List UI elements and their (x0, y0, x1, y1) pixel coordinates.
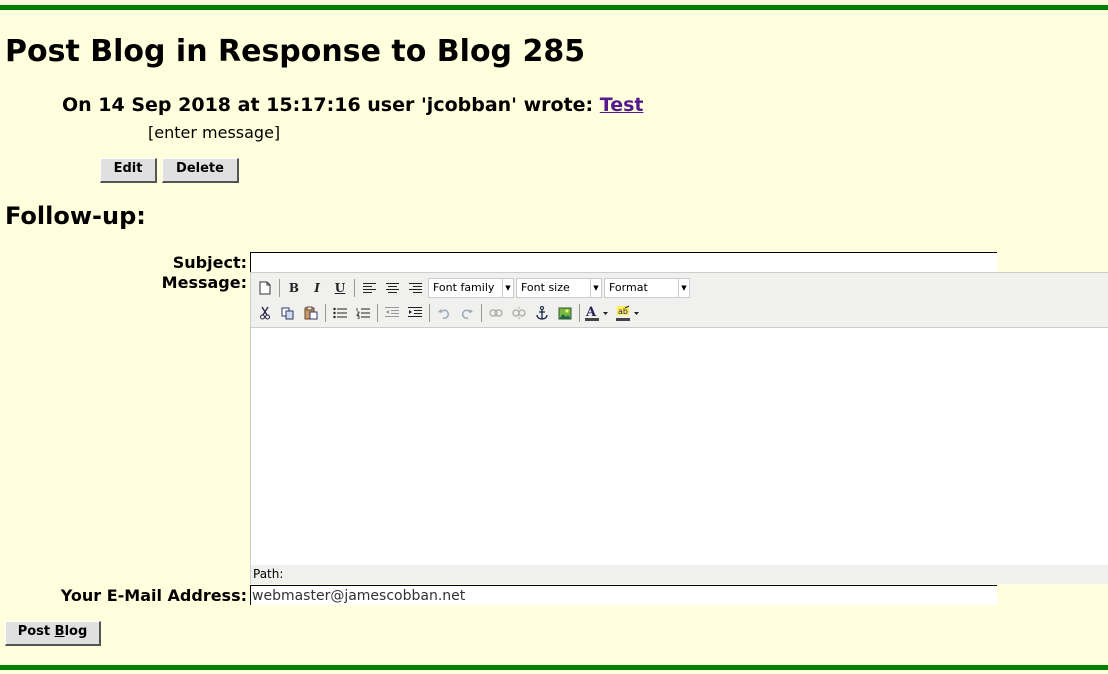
bullet-list-icon[interactable] (330, 303, 350, 323)
toolbar-separator (481, 304, 482, 322)
toolbar-separator (354, 279, 355, 297)
editor-toolbar-row-2: A ab (255, 302, 646, 324)
page-title: Post Blog in Response to Blog 285 (5, 34, 586, 69)
toolbar-separator (377, 304, 378, 322)
bold-icon[interactable]: B (284, 278, 304, 298)
post-blog-label-pre: Post (17, 624, 55, 639)
bottom-rule (0, 665, 1108, 670)
message-edit-area[interactable] (251, 327, 1108, 565)
post-blog-accel-key: B (54, 624, 65, 639)
align-right-icon[interactable] (405, 278, 425, 298)
cut-icon[interactable] (255, 303, 275, 323)
blog-body: [enter message] (148, 123, 281, 142)
chevron-down-icon: ▼ (590, 279, 601, 297)
format-value: Format (609, 281, 648, 294)
svg-text:ab: ab (618, 307, 628, 316)
font-family-select[interactable]: Font family ▼ (428, 278, 514, 298)
align-left-icon[interactable] (359, 278, 379, 298)
font-size-select[interactable]: Font size ▼ (516, 278, 602, 298)
email-input[interactable] (250, 585, 997, 605)
new-document-icon[interactable] (255, 278, 275, 298)
post-blog-label-post: log (64, 624, 88, 639)
text-color-icon[interactable]: A (584, 303, 612, 323)
underline-icon[interactable]: U (330, 278, 350, 298)
link-icon[interactable] (486, 303, 506, 323)
align-center-icon[interactable] (382, 278, 402, 298)
blog-header-text: On 14 Sep 2018 at 15:17:16 user 'jcobban… (62, 94, 600, 116)
toolbar-separator (579, 304, 580, 322)
undo-icon[interactable] (434, 303, 454, 323)
blog-subject-link[interactable]: Test (600, 94, 644, 116)
italic-icon[interactable]: I (307, 278, 327, 298)
edit-button[interactable]: Edit (100, 158, 157, 183)
svg-text:A: A (585, 305, 597, 320)
chevron-down-icon: ▼ (502, 279, 513, 297)
redo-icon[interactable] (457, 303, 477, 323)
editor-toolbar-row-1: B I U Font family ▼ Font size ▼ Format ▼ (255, 277, 692, 299)
format-select[interactable]: Format ▼ (604, 278, 690, 298)
numbered-list-icon[interactable] (353, 303, 373, 323)
blog-header: On 14 Sep 2018 at 15:17:16 user 'jcobban… (62, 94, 644, 116)
unlink-icon[interactable] (509, 303, 529, 323)
copy-icon[interactable] (278, 303, 298, 323)
anchor-icon[interactable] (532, 303, 552, 323)
subject-input[interactable] (250, 252, 997, 272)
editor-status-bar: Path: (253, 567, 284, 581)
post-blog-button[interactable]: Post Blog (5, 621, 101, 646)
top-rule (0, 5, 1108, 10)
outdent-icon[interactable] (382, 303, 402, 323)
message-label: Message: (161, 273, 247, 292)
indent-icon[interactable] (405, 303, 425, 323)
highlight-color-icon[interactable]: ab (615, 303, 643, 323)
toolbar-separator (279, 279, 280, 297)
rich-text-editor: B I U Font family ▼ Font size ▼ Format ▼ (250, 272, 1108, 584)
subject-label: Subject: (172, 253, 247, 272)
font-family-value: Font family (433, 281, 495, 294)
chevron-down-icon: ▼ (678, 279, 689, 297)
toolbar-separator (429, 304, 430, 322)
toolbar-separator (325, 304, 326, 322)
font-size-value: Font size (521, 281, 570, 294)
email-label: Your E-Mail Address: (60, 586, 247, 605)
followup-title: Follow-up: (5, 202, 146, 230)
delete-button[interactable]: Delete (162, 158, 239, 183)
paste-icon[interactable] (301, 303, 321, 323)
image-icon[interactable] (555, 303, 575, 323)
